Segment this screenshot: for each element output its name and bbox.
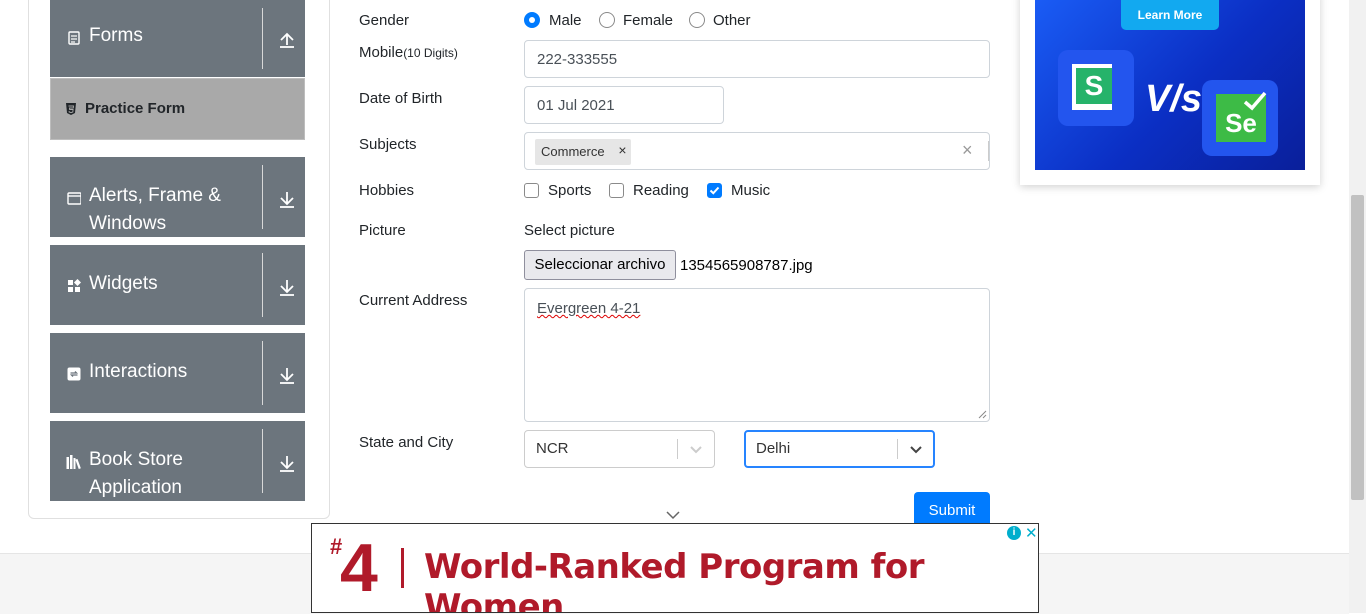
sidebar-group-label: Interactions	[89, 361, 188, 382]
mobile-input[interactable]: 222-333555	[524, 40, 990, 78]
separator	[262, 341, 263, 405]
separator	[988, 141, 989, 161]
document-icon	[68, 31, 80, 45]
sidebar-group-forms[interactable]: Forms	[50, 0, 305, 77]
chevron-up-icon[interactable]	[278, 31, 296, 49]
gender-label: Gender	[359, 12, 410, 29]
state-city-label: State and City	[359, 434, 454, 451]
resize-handle-icon[interactable]	[978, 410, 987, 419]
gender-other-radio[interactable]	[689, 12, 705, 28]
chevron-down-icon[interactable]	[278, 366, 296, 384]
address-label: Current Address	[359, 292, 468, 309]
clear-icon[interactable]: ×	[962, 140, 973, 161]
sidebar-group-book-store[interactable]: Book Store Application	[50, 421, 305, 501]
picture-label: Picture	[359, 222, 406, 239]
hobby-reading-checkbox[interactable]	[609, 183, 624, 198]
ad-number: 4	[340, 530, 378, 606]
versus-text: V/s	[1145, 78, 1203, 120]
sidebar-item-practice-form[interactable]: Practice Form	[50, 78, 305, 140]
sidebar-group-widgets[interactable]: Widgets	[50, 245, 305, 325]
state-select[interactable]: NCR	[524, 430, 715, 468]
chevron-down-icon[interactable]	[278, 190, 296, 208]
separator	[262, 165, 263, 229]
chevron-down-icon	[910, 446, 922, 454]
bottom-ad-banner[interactable]: # 4 World-Ranked Program for Women i ✕	[311, 523, 1039, 613]
sidebar-group-label: Alerts, Frame &	[89, 185, 221, 206]
window-icon	[67, 192, 81, 205]
sidebar-item-label: Practice Form	[85, 100, 186, 117]
ad-divider	[401, 548, 404, 588]
selenium-logo: Se	[1202, 80, 1278, 156]
hobbies-label: Hobbies	[359, 182, 415, 199]
sidebar-group-label: Book Store	[89, 449, 183, 470]
widgets-icon	[68, 279, 81, 292]
separator	[897, 439, 898, 459]
katalon-logo: S	[1058, 50, 1134, 126]
city-value: Delhi	[756, 440, 791, 457]
sidebar-group-label-line2: Application	[89, 477, 182, 498]
check-icon	[1243, 91, 1267, 111]
ad-close-icon[interactable]: ✕	[1025, 524, 1038, 542]
interactions-icon	[67, 367, 81, 381]
hobby-option-label[interactable]: Reading	[633, 182, 689, 199]
state-value: NCR	[536, 440, 569, 457]
ad-headline: World-Ranked Program for Women	[424, 547, 925, 613]
chip-remove-icon[interactable]: ×	[615, 142, 630, 162]
books-icon	[66, 455, 81, 469]
gender-female-radio[interactable]	[599, 12, 615, 28]
chevron-down-icon	[666, 511, 680, 520]
dob-label: Date of Birth	[359, 90, 443, 107]
separator	[262, 8, 263, 69]
hobby-music-checkbox[interactable]	[707, 183, 722, 198]
separator	[677, 439, 678, 459]
logo-letter: S	[1076, 68, 1112, 104]
mobile-label-text: Mobile	[359, 44, 404, 61]
choose-file-button[interactable]: Seleccionar archivo	[524, 250, 676, 280]
sidebar-group-interactions[interactable]: Interactions	[50, 333, 305, 413]
separator	[262, 429, 263, 493]
gender-option-label[interactable]: Other	[713, 12, 751, 29]
sidebar-group-label: Forms	[89, 25, 143, 46]
chevron-down-icon[interactable]	[278, 278, 296, 296]
mobile-hint: (10 Digits)	[403, 46, 458, 60]
chevron-down-icon	[690, 446, 702, 454]
ad-info-icon[interactable]: i	[1007, 526, 1021, 540]
sidebar-group-alerts[interactable]: Alerts, Frame & Windows	[50, 157, 305, 237]
scrollbar-thumb[interactable]	[1351, 195, 1364, 500]
chevron-down-icon[interactable]	[278, 454, 296, 472]
city-select[interactable]: Delhi	[744, 430, 935, 468]
side-ad-image[interactable]: Learn More S V/s Se	[1035, 0, 1305, 170]
picture-caption: Select picture	[524, 222, 615, 239]
sidebar-group-label-line2: Windows	[89, 213, 167, 234]
sidebar-group-label: Widgets	[89, 273, 158, 294]
subject-chip-label: Commerce	[541, 144, 605, 159]
hobby-sports-checkbox[interactable]	[524, 183, 539, 198]
hobby-option-label[interactable]: Sports	[548, 182, 591, 199]
gender-option-label[interactable]: Female	[623, 12, 673, 29]
gender-option-label[interactable]: Male	[549, 12, 582, 29]
subject-chip: Commerce ×	[535, 139, 631, 165]
html5-icon	[66, 103, 76, 115]
checkmark-icon	[709, 186, 720, 195]
gender-male-radio[interactable]	[524, 12, 540, 28]
file-name: 1354565908787.jpg	[680, 257, 813, 274]
address-text: Evergreen 4-21	[537, 300, 641, 317]
separator	[262, 253, 263, 317]
mobile-label: Mobile(10 Digits)	[359, 44, 458, 61]
hobby-option-label[interactable]: Music	[731, 182, 770, 199]
learn-more-button[interactable]: Learn More	[1121, 0, 1219, 30]
subjects-label: Subjects	[359, 136, 417, 153]
dob-input[interactable]: 01 Jul 2021	[524, 86, 724, 124]
address-textarea[interactable]: Evergreen 4-21	[524, 288, 990, 422]
